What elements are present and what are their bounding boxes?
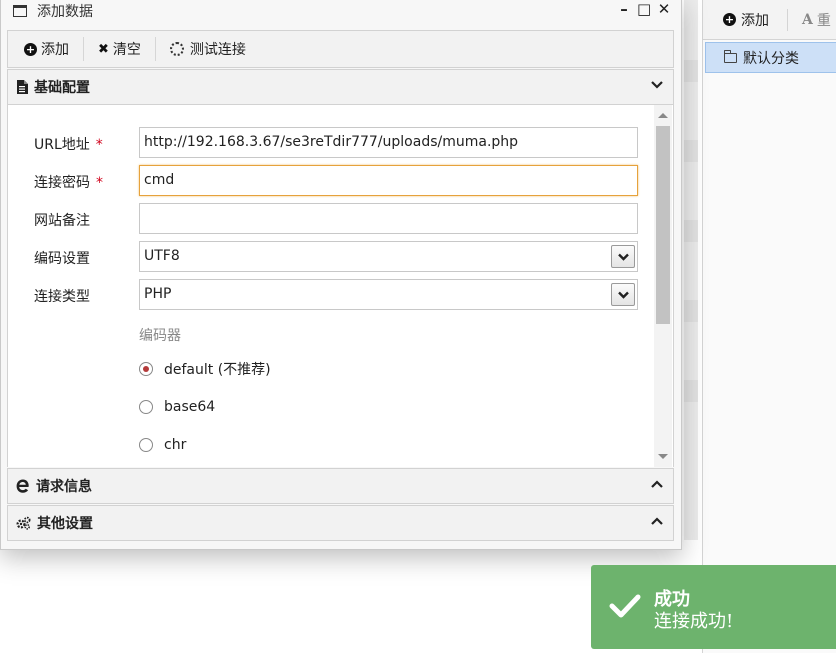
chevron-up-icon xyxy=(651,478,663,493)
success-toast[interactable]: 成功 连接成功! xyxy=(591,565,836,649)
font-icon: A xyxy=(802,11,813,28)
password-input[interactable]: cmd xyxy=(139,165,638,196)
add-button[interactable]: + 添加 xyxy=(24,39,69,59)
encoding-select[interactable]: UTF8 xyxy=(139,241,638,272)
dialog-titlebar[interactable]: 添加数据 – □ ✕ xyxy=(1,0,681,23)
encoder-option-label: base64 xyxy=(164,399,216,415)
encoding-row: 编码设置 UTF8 xyxy=(8,241,648,273)
encoder-option-default[interactable]: default (不推荐) xyxy=(139,359,271,379)
dialog-title: 添加数据 xyxy=(37,4,93,20)
scroll-thumb[interactable] xyxy=(656,126,670,324)
toast-message: 连接成功! xyxy=(654,611,734,632)
url-label: URL地址 * xyxy=(34,137,103,153)
encoder-option-label: default (不推荐) xyxy=(164,362,271,378)
minimize-button[interactable]: – xyxy=(617,0,631,18)
type-label: 连接类型 xyxy=(34,289,90,305)
close-x-icon: ✖ xyxy=(98,41,109,57)
scroll-down-arrow-icon[interactable] xyxy=(658,454,668,459)
chevron-down-icon xyxy=(651,79,663,94)
clear-button[interactable]: ✖ 清空 xyxy=(98,39,141,59)
maximize-button[interactable]: □ xyxy=(637,0,651,18)
category-add-button[interactable]: + 添加 xyxy=(723,10,769,30)
radio-icon[interactable] xyxy=(139,438,153,452)
ie-e-icon xyxy=(16,479,30,493)
type-value: PHP xyxy=(144,286,172,302)
document-icon xyxy=(16,80,28,94)
add-data-dialog: 添加数据 – □ ✕ + 添加 ✖ 清空 测试连接 基础配置 URL地址 * h… xyxy=(0,0,682,550)
encoder-option-base64[interactable]: base64 xyxy=(139,397,215,417)
category-panel: + 添加 A 重 默认分类 xyxy=(702,0,836,653)
section-title-request: 请求信息 xyxy=(36,479,92,495)
category-rename-button[interactable]: A 重 xyxy=(802,10,831,30)
checkmark-icon xyxy=(609,593,641,623)
encoder-title: 编码器 xyxy=(139,328,181,344)
toolbar-divider xyxy=(154,37,156,61)
plus-circle-icon: + xyxy=(24,42,37,56)
add-button-label: 添加 xyxy=(41,42,69,58)
category-item-default[interactable]: 默认分类 xyxy=(705,42,836,73)
window-controls: – □ ✕ xyxy=(617,0,671,18)
toolbar-divider xyxy=(787,8,788,31)
category-toolbar: + 添加 A 重 xyxy=(703,0,836,40)
chevron-down-icon[interactable] xyxy=(611,283,635,306)
scroll-up-arrow-icon[interactable] xyxy=(658,113,668,118)
background-scroll-strip xyxy=(684,0,698,540)
encoding-label: 编码设置 xyxy=(34,251,90,267)
category-rename-label: 重 xyxy=(816,12,831,29)
test-connection-label: 测试连接 xyxy=(189,42,246,58)
section-header-other[interactable]: 其他设置 xyxy=(7,505,674,541)
encoding-value: UTF8 xyxy=(144,248,180,264)
clear-button-label: 清空 xyxy=(112,42,141,58)
folder-icon xyxy=(724,49,737,63)
plus-circle-icon: + xyxy=(723,13,736,26)
radio-checked-icon[interactable] xyxy=(139,362,153,376)
url-row: URL地址 * http://192.168.3.67/se3reTdir777/… xyxy=(8,127,648,159)
category-item-label: 默认分类 xyxy=(743,50,799,67)
test-connection-button[interactable]: 测试连接 xyxy=(169,39,246,59)
section-title-other: 其他设置 xyxy=(37,516,93,532)
note-input[interactable] xyxy=(139,203,638,234)
encoder-option-label: chr xyxy=(164,437,187,453)
section-header-request[interactable]: 请求信息 xyxy=(7,468,674,504)
password-row: 连接密码 * cmd xyxy=(8,165,648,197)
basic-config-panel: URL地址 * http://192.168.3.67/se3reTdir777/… xyxy=(7,105,674,467)
close-button[interactable]: ✕ xyxy=(657,0,671,18)
encoder-option-chr[interactable]: chr xyxy=(139,435,186,455)
chevron-down-icon[interactable] xyxy=(611,245,635,268)
radio-icon[interactable] xyxy=(139,400,153,414)
gears-icon xyxy=(16,516,31,530)
form-scrollbar[interactable] xyxy=(654,105,672,467)
type-select[interactable]: PHP xyxy=(139,279,638,310)
password-label: 连接密码 * xyxy=(34,175,103,191)
spinner-icon xyxy=(169,42,184,56)
type-row: 连接类型 PHP xyxy=(8,279,648,311)
window-icon xyxy=(13,5,27,17)
category-add-label: 添加 xyxy=(741,12,769,29)
url-input[interactable]: http://192.168.3.67/se3reTdir777/uploads… xyxy=(139,127,638,158)
section-title-basic: 基础配置 xyxy=(34,80,90,96)
section-header-basic[interactable]: 基础配置 xyxy=(7,69,674,105)
toolbar-divider xyxy=(83,37,84,61)
dialog-toolbar: + 添加 ✖ 清空 测试连接 xyxy=(7,30,674,68)
chevron-up-icon xyxy=(651,515,663,530)
note-label: 网站备注 xyxy=(34,213,90,229)
note-row: 网站备注 xyxy=(8,203,648,235)
